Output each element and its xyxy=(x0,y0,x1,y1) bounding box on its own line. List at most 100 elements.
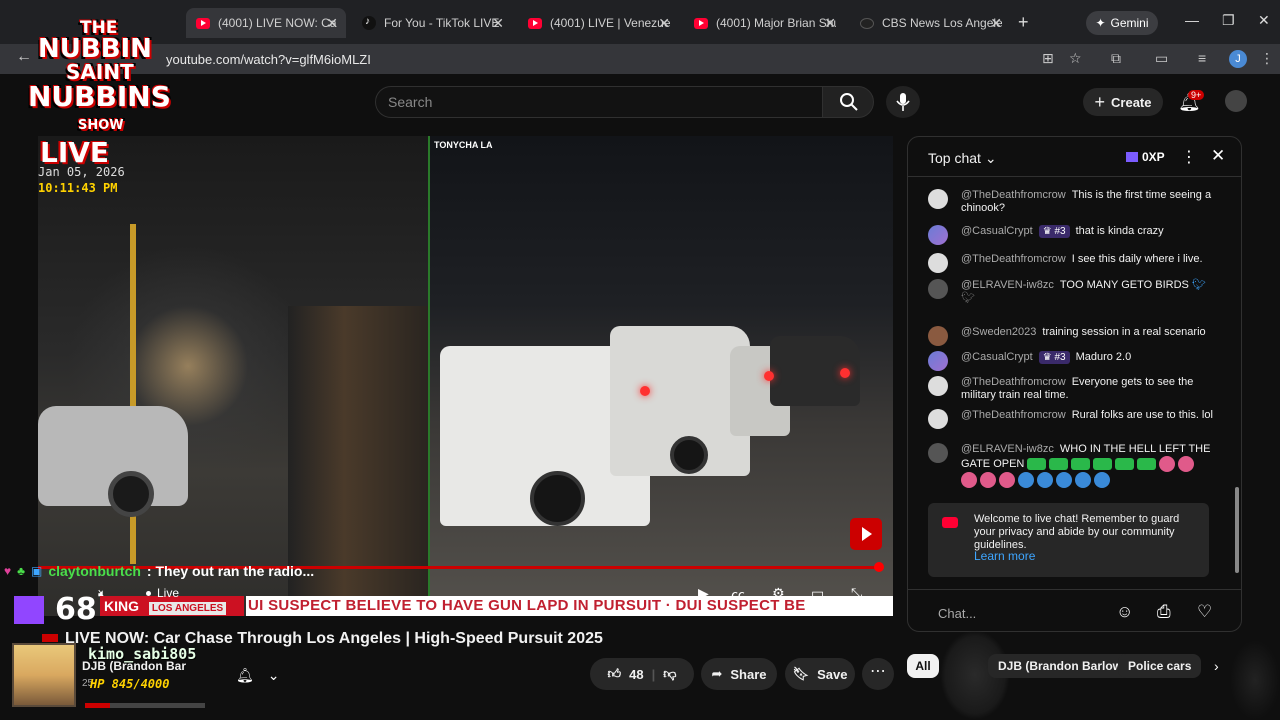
chat-author[interactable]: @TheDeathfromcrow xyxy=(961,189,1066,201)
close-icon[interactable]: ✕ xyxy=(492,15,504,32)
close-icon[interactable]: ✕ xyxy=(1211,146,1225,166)
tab-label: (4001) Major Brian Shul xyxy=(716,16,836,30)
bird-emoji-icon: 🐦︎ xyxy=(961,292,975,304)
chat-author[interactable]: @CasualCrypt xyxy=(961,351,1033,363)
extensions-icon[interactable]: ⧉ xyxy=(1111,50,1121,67)
avatar[interactable] xyxy=(928,225,948,245)
news-ticker-text: UI SUSPECT BELIEVE TO HAVE GUN LAPD IN P… xyxy=(246,596,893,616)
browser-tab-3[interactable]: (4001) Major Brian Shul ✕ xyxy=(684,8,844,38)
install-icon[interactable]: ⊞ xyxy=(1042,50,1054,67)
search-box[interactable] xyxy=(375,86,823,118)
chat-scrollbar[interactable] xyxy=(1235,487,1239,573)
play-icon[interactable]: ▶ xyxy=(698,585,709,602)
close-window-icon[interactable]: ✕ xyxy=(1258,12,1270,29)
heart-icon[interactable]: ♡ xyxy=(1197,602,1212,622)
theater-mode-icon[interactable]: ▭ xyxy=(811,585,824,602)
avatar[interactable] xyxy=(928,351,948,371)
game-over-emoji-icon xyxy=(1071,458,1091,470)
viewer-count: 68 xyxy=(55,592,97,627)
progress-scrubber[interactable] xyxy=(874,562,884,572)
media-controls-icon[interactable]: ≡ xyxy=(1198,50,1206,66)
chat-author[interactable]: @ELRAVEN-iw8zc xyxy=(961,443,1054,455)
super-chat-icon[interactable]: ⎙ xyxy=(1157,602,1171,622)
settings-gear-icon[interactable]: ⚙ xyxy=(772,585,785,602)
chat-author[interactable]: @ELRAVEN-iw8zc xyxy=(961,279,1054,291)
avatar[interactable] xyxy=(928,409,948,429)
chat-author[interactable]: @TheDeathfromcrow xyxy=(961,409,1066,421)
chip-channel[interactable]: DJB (Brandon Barlow) xyxy=(988,654,1137,678)
maximize-icon[interactable]: ❐ xyxy=(1222,12,1235,29)
chip-all[interactable]: All xyxy=(907,654,939,678)
chat-author[interactable]: @Sweden2023 xyxy=(961,326,1036,338)
close-icon[interactable]: ✕ xyxy=(990,15,1002,32)
xp-indicator[interactable]: 0XP xyxy=(1126,150,1165,164)
close-icon[interactable]: ✕ xyxy=(658,15,670,32)
fullscreen-icon[interactable]: ⤡ xyxy=(851,585,862,602)
account-avatar[interactable] xyxy=(1225,90,1247,112)
youtube-icon xyxy=(942,517,958,528)
menu-dots-icon[interactable]: ⋮ xyxy=(1260,50,1274,67)
new-tab-button[interactable]: + xyxy=(1018,12,1029,33)
chat-author[interactable]: @TheDeathfromcrow xyxy=(961,253,1066,265)
like-dislike-group: 👍︎ 48 | 👎︎ xyxy=(590,658,694,690)
like-count[interactable]: 48 xyxy=(629,667,643,682)
video-player[interactable]: TONYCHA LA xyxy=(38,136,893,616)
chevron-down-icon: ⌄ xyxy=(984,150,997,166)
avatar[interactable] xyxy=(928,279,948,299)
chat-author[interactable]: @CasualCrypt xyxy=(961,225,1033,237)
chat-message: @ELRAVEN-iw8zc TOO MANY GETO BIRDS 🐦︎ 🐦︎ xyxy=(928,279,1218,305)
chat-menu-icon[interactable]: ⋮ xyxy=(1181,147,1197,167)
browser-profile-avatar[interactable]: J xyxy=(1229,50,1247,68)
more-actions-button[interactable]: ⋯ xyxy=(862,658,894,690)
chat-text: I see this daily where i live. xyxy=(1071,253,1203,265)
learn-more-link[interactable]: Learn more xyxy=(974,549,1035,563)
close-icon[interactable]: ✕ xyxy=(824,15,836,32)
save-button[interactable]: 🔖︎ Save xyxy=(785,658,855,690)
like-icon[interactable]: 👍︎ xyxy=(608,666,622,682)
avatar[interactable] xyxy=(928,253,948,273)
close-icon[interactable]: ✕ xyxy=(326,15,338,32)
voice-search-button[interactable] xyxy=(886,86,920,118)
live-badge xyxy=(42,634,58,642)
game-over-emoji-icon xyxy=(1115,458,1135,470)
browser-tab-2[interactable]: (4001) LIVE | Venezuela ✕ xyxy=(518,8,678,38)
search-input[interactable]: Search xyxy=(388,94,432,110)
cast-icon[interactable]: ▭ xyxy=(1155,50,1168,67)
share-button[interactable]: ➦ Share xyxy=(701,658,777,690)
avatar[interactable] xyxy=(928,376,948,396)
live-indicator[interactable]: Live xyxy=(146,586,179,600)
chat-author[interactable]: @TheDeathfromcrow xyxy=(961,376,1066,388)
dislike-icon[interactable]: 👎︎ xyxy=(663,666,676,682)
emoji-icon[interactable]: ☺ xyxy=(1116,602,1133,622)
rank-badge-text: #3 xyxy=(1054,226,1066,237)
browser-tab-4[interactable]: CBS News Los Angeles ✕ xyxy=(850,8,1010,38)
chevron-right-icon[interactable]: › xyxy=(1214,658,1219,674)
captions-icon[interactable]: ㏄ xyxy=(731,585,745,605)
hp-label: HP 845/4000 xyxy=(90,677,170,691)
url-field[interactable]: youtube.com/watch?v=glfM6ioMLZI xyxy=(166,52,371,67)
tail-light xyxy=(764,371,774,381)
avatar[interactable] xyxy=(928,189,948,209)
chat-mode-selector[interactable]: Top chat ⌄ xyxy=(928,150,997,167)
create-button[interactable]: + Create xyxy=(1083,88,1163,116)
chip-police-cars[interactable]: Police cars xyxy=(1118,654,1202,678)
video-right-pane xyxy=(428,136,893,616)
search-button[interactable] xyxy=(822,86,874,118)
avatar[interactable] xyxy=(928,443,948,463)
minimize-icon[interactable]: — xyxy=(1185,12,1199,28)
tail-light xyxy=(840,368,850,378)
chat-text: Maduro 2.0 xyxy=(1075,351,1132,363)
notification-settings-button[interactable]: 🔔︎ ⌄ xyxy=(236,662,290,688)
avatar[interactable] xyxy=(928,326,948,346)
overlay-chat-username: claytonburtch xyxy=(48,563,141,579)
chat-input[interactable]: Chat... xyxy=(938,606,976,621)
browser-tab-0[interactable]: (4001) LIVE NOW: Ca ✕ xyxy=(186,8,346,38)
heart-icon: ♥ xyxy=(4,564,12,578)
bookmark-star-icon[interactable]: ☆ xyxy=(1069,50,1082,67)
gemini-button[interactable]: ✦ Gemini xyxy=(1086,11,1158,35)
subscribe-watermark-icon[interactable] xyxy=(850,518,882,550)
webcam-overlay xyxy=(1230,640,1280,720)
chat-text: training session in a real scenario xyxy=(1042,326,1206,338)
car-wheel xyxy=(670,436,708,474)
browser-tab-1[interactable]: For You - TikTok LIVE ✕ xyxy=(352,8,512,38)
